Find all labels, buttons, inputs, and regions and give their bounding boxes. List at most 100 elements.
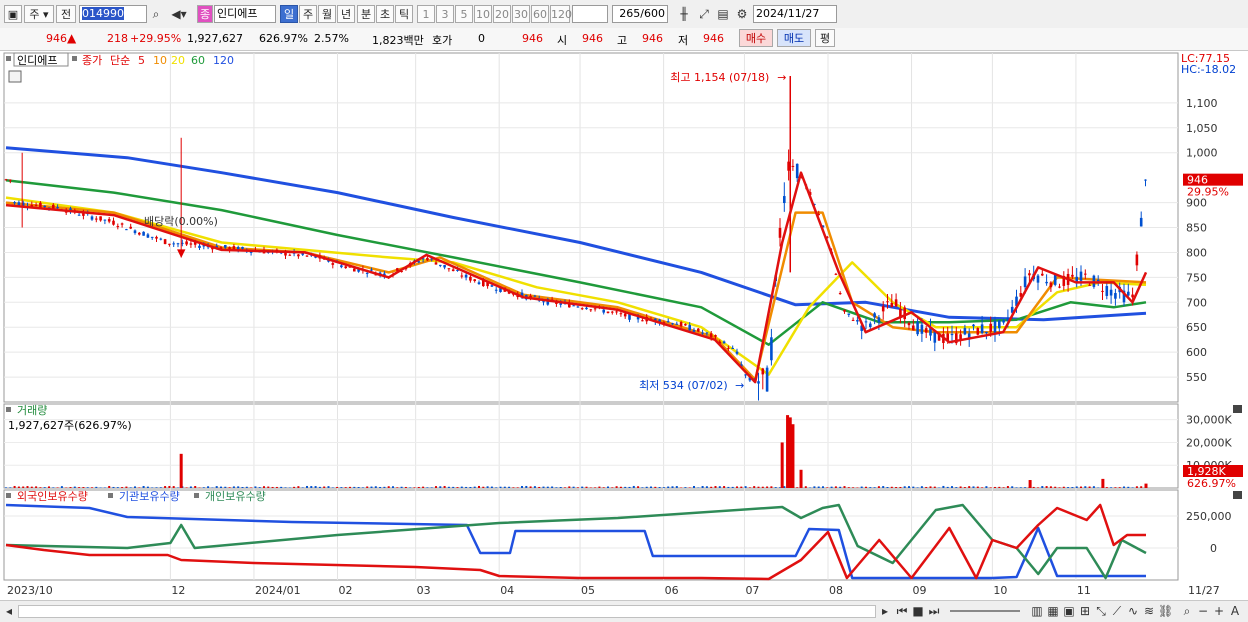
interval-1[interactable]: 1: [417, 5, 435, 23]
speaker-icon[interactable]: ◀▾: [166, 5, 192, 23]
sell-button[interactable]: 매도: [777, 29, 811, 47]
volume-bar: [813, 486, 815, 488]
period-second[interactable]: 초: [376, 5, 394, 23]
candle-body: [1058, 287, 1061, 288]
volume-bar: [1033, 487, 1035, 488]
interval-120[interactable]: 120: [550, 5, 570, 23]
chart-menu-icon[interactable]: ▣: [4, 5, 22, 23]
volume-bar: [358, 487, 360, 488]
search-icon[interactable]: ⌕: [148, 5, 164, 23]
market-select[interactable]: 전: [56, 5, 76, 23]
volume-bar: [525, 486, 527, 488]
volume-spike-bar: [1101, 479, 1104, 488]
candle-body: [706, 332, 709, 333]
avg-button[interactable]: 평: [815, 29, 835, 47]
gear-icon[interactable]: ⚙: [733, 5, 751, 23]
date-input[interactable]: 2024/11/27: [753, 5, 837, 23]
period-minute[interactable]: 분: [357, 5, 375, 23]
interval-3[interactable]: 3: [436, 5, 454, 23]
interval-60[interactable]: 60: [531, 5, 549, 23]
low-arrow-icon: →: [735, 379, 744, 392]
volume-bar: [117, 487, 119, 488]
volume-bar: [74, 487, 76, 488]
volume-bar: [1007, 486, 1009, 488]
up-arrow-icon: ▲: [67, 31, 76, 45]
count-input[interactable]: 265/600: [612, 5, 668, 23]
font-size-icon[interactable]: A: [1228, 602, 1242, 620]
holding-legend-1: 외국인보유수량: [17, 490, 88, 503]
layout-icon[interactable]: ▥: [1030, 602, 1044, 620]
interval-20[interactable]: 20: [493, 5, 511, 23]
stock-chart[interactable]: 2023/10122024/010203040506070809101111/2…: [0, 51, 1248, 600]
save-icon[interactable]: ▤: [714, 5, 732, 23]
period-year[interactable]: 년: [337, 5, 355, 23]
candle-body: [882, 306, 885, 311]
fibo-icon[interactable]: ≋: [1142, 602, 1156, 620]
candle-body: [792, 166, 795, 167]
volume-bar: [680, 487, 682, 488]
zoom-slider[interactable]: [950, 610, 1020, 612]
split-icon[interactable]: ⊞: [1078, 602, 1092, 620]
period-tick[interactable]: 틱: [395, 5, 413, 23]
stock-code-input[interactable]: 014990: [79, 5, 147, 23]
last-page-icon[interactable]: ⏭: [927, 602, 941, 620]
candle-body: [723, 341, 726, 343]
volume-bar: [745, 486, 747, 488]
draw-tool-icon[interactable]: ⤡: [1094, 602, 1108, 620]
expand-icon[interactable]: ⤢: [695, 5, 713, 23]
grid-icon[interactable]: ▦: [1046, 602, 1060, 620]
wave-icon[interactable]: ∿: [1126, 602, 1140, 620]
trend-line-icon[interactable]: ⟋: [1110, 602, 1124, 620]
current-price: 946: [46, 32, 67, 45]
stock-type-select[interactable]: 주 ▾: [24, 5, 54, 23]
candle-body: [104, 220, 107, 221]
candle-body: [1084, 274, 1087, 275]
zoom-icon[interactable]: ⌕: [1180, 602, 1194, 620]
candle-body: [886, 301, 889, 302]
volume-bar: [921, 486, 923, 488]
candle-body: [585, 308, 588, 309]
interval-30[interactable]: 30: [512, 5, 530, 23]
candle-body: [615, 311, 618, 312]
volume-bar: [646, 487, 648, 488]
horizontal-scrollbar[interactable]: [18, 605, 876, 618]
stock-name-field[interactable]: 인디에프: [214, 5, 276, 23]
scroll-left-icon[interactable]: ◂: [2, 602, 16, 620]
volume-bar: [732, 487, 734, 488]
period-day[interactable]: 일: [280, 5, 298, 23]
candle-icon[interactable]: ╫: [675, 5, 693, 23]
volume-bar: [659, 487, 661, 488]
interval-10[interactable]: 10: [474, 5, 492, 23]
volume-bar: [925, 487, 927, 488]
window-icon[interactable]: ▣: [1062, 602, 1076, 620]
volume-bar: [1140, 486, 1142, 488]
scroll-right-icon[interactable]: ▸: [878, 602, 892, 620]
volume-bar: [1114, 487, 1116, 488]
interval-custom-input[interactable]: [572, 5, 608, 23]
volume-bar: [805, 486, 807, 488]
zoom-in-icon[interactable]: +: [1212, 602, 1226, 620]
stock-badge: 종: [197, 5, 213, 23]
first-page-icon[interactable]: ⏮: [895, 602, 909, 620]
volume-bar: [306, 486, 308, 488]
period-month[interactable]: 월: [318, 5, 336, 23]
period-week[interactable]: 주: [299, 5, 317, 23]
candle-body: [727, 348, 730, 349]
volume-bar: [882, 486, 884, 488]
buy-button[interactable]: 매수: [739, 29, 773, 47]
volume-bar: [762, 487, 764, 488]
candle-body: [1131, 295, 1134, 298]
candle-body: [766, 368, 769, 392]
interval-5[interactable]: 5: [455, 5, 473, 23]
volume-bar: [1046, 486, 1048, 488]
volume-bar: [418, 487, 420, 488]
zoom-out-icon[interactable]: −: [1196, 602, 1210, 620]
volume-bar: [818, 487, 820, 488]
volume-bar: [1071, 487, 1073, 488]
candle-body: [994, 321, 997, 334]
candle-body: [134, 230, 137, 233]
stop-icon[interactable]: ■: [911, 602, 925, 620]
link-icon[interactable]: ⛓: [1158, 602, 1172, 620]
candle-body: [951, 334, 954, 335]
volume-bar: [276, 487, 278, 488]
